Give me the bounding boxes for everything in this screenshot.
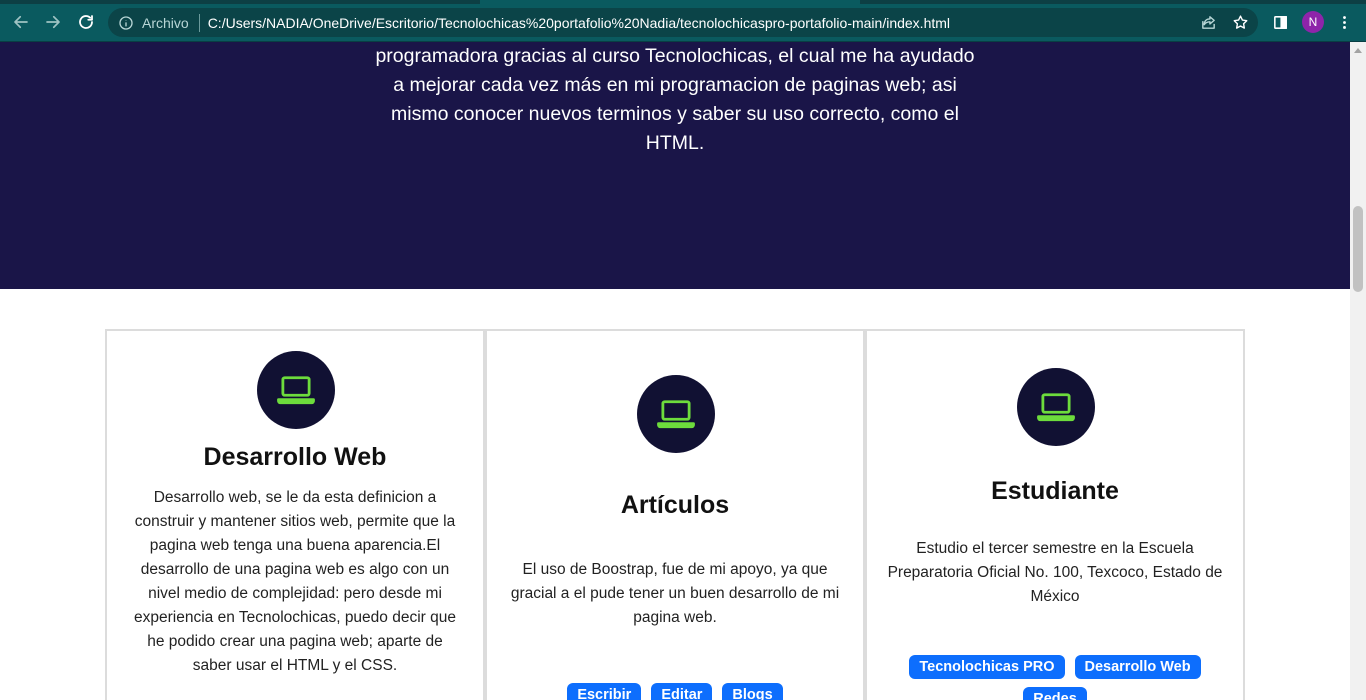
- browser-toolbar: Archivo C:/Users/NADIA/OneDrive/Escritor…: [0, 0, 1366, 42]
- card-icon-circle: [637, 375, 715, 453]
- url-text[interactable]: C:/Users/NADIA/OneDrive/Escritorio/Tecno…: [208, 15, 950, 31]
- card-icon-circle: [257, 351, 335, 429]
- kebab-menu-icon: [1342, 15, 1346, 29]
- card-desarrollo-web: Desarrollo Web Desarrollo web, se le da …: [105, 329, 485, 700]
- address-separator: [198, 13, 200, 32]
- forward-button[interactable]: [42, 11, 64, 33]
- arrow-right-icon: [46, 15, 60, 29]
- side-panel-icon: [1273, 15, 1287, 29]
- side-panel-button[interactable]: [1270, 12, 1290, 32]
- reload-icon: [79, 15, 93, 29]
- badge-escribir[interactable]: Escribir: [567, 683, 642, 700]
- laptop-icon: [657, 400, 695, 429]
- scroll-up-arrow-icon[interactable]: [1354, 48, 1362, 53]
- card-description: Desarrollo web, se le da esta definicion…: [134, 489, 456, 674]
- badge-blogs[interactable]: Blogs: [722, 683, 783, 700]
- star-icon: [1233, 14, 1247, 29]
- card-description: El uso de Boostrap, fue de mi apoyo, ya …: [510, 561, 840, 626]
- about-text: programadora gracias al curso Tecnolochi…: [375, 45, 975, 154]
- card-description: Estudio el tercer semestre en la Escuela…: [887, 540, 1223, 605]
- card-title: Artículos: [620, 491, 730, 519]
- services-cards: Desarrollo Web Desarrollo web, se le da …: [105, 329, 1245, 700]
- badge-tecnolochicas-pro[interactable]: Tecnolochicas PRO: [909, 655, 1065, 679]
- arrow-left-icon: [14, 15, 28, 29]
- reload-button[interactable]: [75, 11, 97, 33]
- active-tab[interactable]: [480, 0, 860, 4]
- laptop-icon: [277, 376, 315, 405]
- card-badges: Tecnolochicas PRO Desarrollo Web Redes: [867, 655, 1243, 700]
- about-section: programadora gracias al curso Tecnolochi…: [0, 42, 1350, 289]
- browser-menu-button[interactable]: [1334, 12, 1354, 32]
- address-bar[interactable]: Archivo C:/Users/NADIA/OneDrive/Escritor…: [108, 8, 1258, 37]
- card-articulos: Artículos El uso de Boostrap, fue de mi …: [485, 329, 865, 700]
- card-badges: Escribir Editar Blogs: [487, 683, 863, 700]
- share-button[interactable]: [1198, 12, 1218, 32]
- profile-avatar[interactable]: N: [1302, 11, 1324, 33]
- bookmark-star-button[interactable]: [1230, 12, 1250, 32]
- page-viewport: programadora gracias al curso Tecnolochi…: [0, 42, 1350, 700]
- badge-redes[interactable]: Redes: [1023, 687, 1087, 700]
- badge-desarrollo-web[interactable]: Desarrollo Web: [1074, 655, 1201, 679]
- laptop-icon: [1037, 393, 1075, 422]
- card-estudiante: Estudiante Estudio el tercer semestre en…: [865, 329, 1245, 700]
- site-scheme-label: Archivo: [142, 14, 189, 31]
- card-title: Estudiante: [991, 477, 1119, 505]
- share-icon: [1201, 15, 1215, 29]
- page-scrollbar[interactable]: [1350, 42, 1366, 700]
- tab-strip: [0, 0, 1366, 4]
- badge-editar[interactable]: Editar: [651, 683, 713, 700]
- card-title: Desarrollo Web: [203, 443, 387, 471]
- info-icon[interactable]: [118, 15, 134, 31]
- scrollbar-thumb[interactable]: [1353, 206, 1363, 292]
- back-button[interactable]: [10, 11, 32, 33]
- card-icon-circle: [1017, 368, 1095, 446]
